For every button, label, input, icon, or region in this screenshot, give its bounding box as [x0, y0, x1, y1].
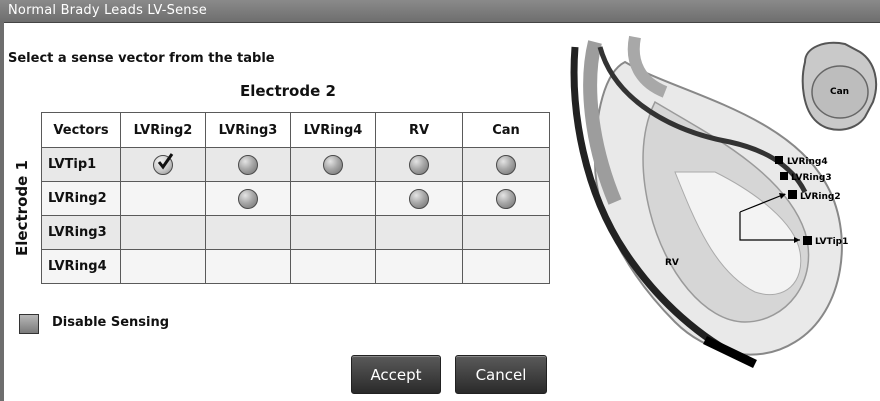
radio-checked-lvtip1-lvring2[interactable]	[153, 152, 174, 175]
electrode-marker-lvtip1	[803, 236, 812, 245]
electrode-marker-lvring3	[780, 172, 788, 180]
heart-lead-diagram: Can LVRing4 LVRing3 LVRing2 LVTip1 RV	[570, 35, 878, 369]
cell-empty	[290, 249, 376, 284]
radio-lvtip1-can[interactable]	[496, 154, 516, 175]
cell-empty	[290, 215, 376, 250]
window-title: Normal Brady Leads LV-Sense	[8, 3, 207, 18]
lead-label-lvtip1: LVTip1	[815, 237, 848, 247]
cell-lvring2-lvring3[interactable]	[205, 181, 291, 216]
col-header-lvring2: LVRing2	[120, 112, 206, 148]
col-header-lvring3: LVRing3	[205, 112, 291, 148]
cell-lvring2-lvring4	[290, 181, 376, 216]
cell-lvring2-can[interactable]	[462, 181, 550, 216]
window-left-border	[0, 22, 4, 401]
cell-empty	[120, 215, 206, 250]
lead-label-lvring3: LVRing3	[791, 173, 832, 183]
cell-empty	[375, 215, 463, 250]
col-header-lvring4: LVRing4	[290, 112, 376, 148]
table-row: LVRing4	[41, 249, 550, 284]
cell-lvtip1-rv[interactable]	[375, 147, 463, 182]
disable-sensing-checkbox[interactable]	[19, 314, 39, 334]
cell-empty	[375, 249, 463, 284]
row-label-lvring2: LVRing2	[41, 181, 121, 216]
radio-lvring2-rv[interactable]	[409, 188, 429, 209]
table-row: LVRing2	[41, 181, 550, 216]
disable-sensing-label: Disable Sensing	[52, 315, 170, 330]
cell-lvtip1-lvring2[interactable]	[120, 147, 206, 182]
radio-lvring2-can[interactable]	[496, 188, 516, 209]
instruction-text: Select a sense vector from the table	[8, 51, 275, 66]
cell-lvring2-rv[interactable]	[375, 181, 463, 216]
accept-button[interactable]: Accept	[351, 355, 441, 394]
cell-empty	[462, 215, 550, 250]
cell-lvring2-lvring2	[120, 181, 206, 216]
table-header-row: Vectors LVRing2 LVRing3 LVRing4 RV Can	[41, 112, 550, 148]
radio-lvtip1-lvring4[interactable]	[323, 154, 343, 175]
row-label-lvring3: LVRing3	[41, 215, 121, 250]
radio-lvtip1-lvring3[interactable]	[238, 154, 258, 175]
cell-empty	[462, 249, 550, 284]
radio-lvtip1-rv[interactable]	[409, 154, 429, 175]
cell-lvtip1-lvring4[interactable]	[290, 147, 376, 182]
radio-lvring2-lvring3[interactable]	[238, 188, 258, 209]
title-bar: Normal Brady Leads LV-Sense	[0, 0, 880, 23]
vector-table: Vectors LVRing2 LVRing3 LVRing4 RV Can L…	[41, 112, 550, 284]
cell-lvtip1-can[interactable]	[462, 147, 550, 182]
cell-empty	[205, 215, 291, 250]
table-row: LVTip1	[41, 147, 550, 182]
lead-label-lvring4: LVRing4	[787, 157, 828, 167]
electrode-marker-lvring4	[775, 156, 783, 164]
row-label-lvtip1: LVTip1	[41, 147, 121, 182]
col-header-rv: RV	[375, 112, 463, 148]
cell-lvtip1-lvring3[interactable]	[205, 147, 291, 182]
cell-empty	[205, 249, 291, 284]
row-label-lvring4: LVRing4	[41, 249, 121, 284]
electrode-1-label: Electrode 1	[13, 160, 31, 256]
col-header-can: Can	[462, 112, 550, 148]
electrode-2-label: Electrode 2	[240, 82, 336, 100]
col-header-vectors: Vectors	[41, 112, 121, 148]
lead-label-lvring2: LVRing2	[800, 192, 841, 202]
cancel-button[interactable]: Cancel	[455, 355, 547, 394]
checkmark-icon	[157, 152, 174, 170]
rv-label: RV	[665, 258, 679, 268]
cell-empty	[120, 249, 206, 284]
table-row: LVRing3	[41, 215, 550, 250]
electrode-marker-lvring2	[788, 190, 797, 199]
can-label: Can	[830, 87, 849, 97]
